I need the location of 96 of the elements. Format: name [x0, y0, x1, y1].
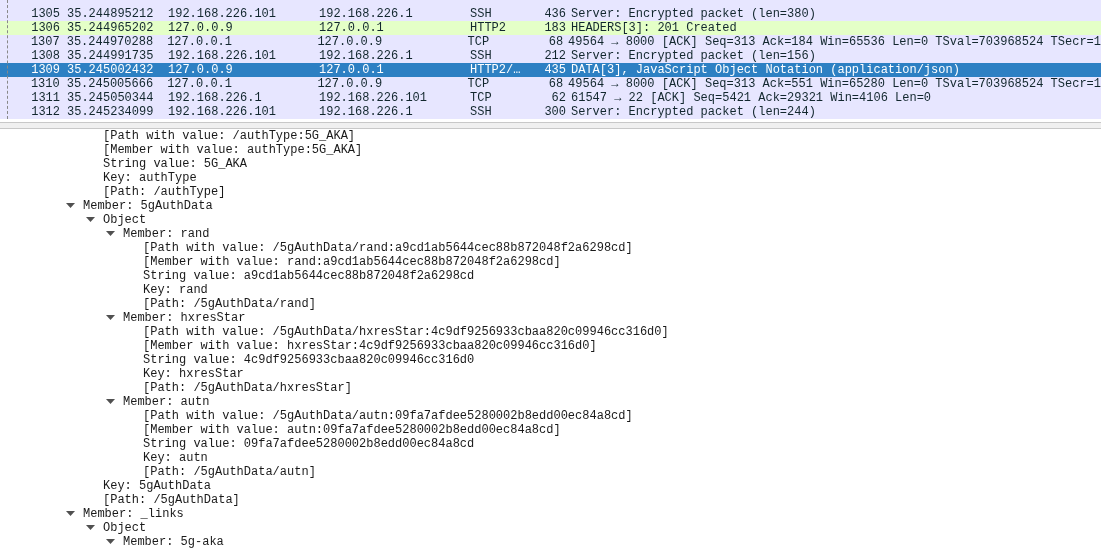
protocol: TCP	[470, 91, 493, 105]
protocol: TCP	[467, 35, 491, 49]
tree-item[interactable]: Member: autn	[123, 395, 210, 409]
tree-item[interactable]: [Path with value: /5gAuthData/autn:09fa7afdee5280002b8edd00ec84a8cd]	[143, 409, 633, 423]
packet-number: 1310	[29, 77, 60, 91]
source-address: 192.168.226.1	[168, 91, 263, 105]
tree-item[interactable]: Key: authType	[103, 171, 197, 185]
expand-caret-icon[interactable]	[106, 399, 115, 405]
tree-item[interactable]: Key: 5gAuthData	[103, 479, 212, 493]
tree-item[interactable]: [Path: /5gAuthData]	[103, 493, 240, 507]
packet-number: 1307	[29, 35, 60, 49]
tree-item[interactable]: String value: 09fa7afdee5280002b8edd00ec84a8cd	[143, 437, 475, 451]
packet-length: 436	[543, 7, 566, 21]
packet-info: Server: Encrypted packet (len=244)	[571, 105, 816, 119]
tree-item[interactable]: [Path with value: /5gAuthData/hxresStar:4c9df9256933cbaa820c09946cc316d0]	[143, 325, 669, 339]
tree-item[interactable]: String value: 4c9df9256933cbaa820c09946cc316d0	[143, 353, 475, 367]
tree-item[interactable]: Member: 5gAuthData	[83, 199, 213, 213]
packet-number: 1305	[30, 7, 60, 21]
protocol: SSH	[470, 49, 493, 63]
packet-time: 35.244965202	[67, 21, 155, 35]
expand-caret-icon[interactable]	[86, 217, 95, 223]
source-address: 127.0.0.9	[168, 21, 234, 35]
tree-item[interactable]: [Path with value: /5gAuthData/rand:a9cd1ab5644cec88b872048f2a6298cd]	[143, 241, 633, 255]
packet-time: 35.245234099	[67, 105, 155, 119]
packet-length: 68	[547, 35, 564, 49]
packet-time: 35.244970288	[66, 35, 155, 49]
destination-address: 192.168.226.1	[319, 49, 414, 63]
packet-length: 62	[550, 91, 566, 105]
tree-item[interactable]: [Path: /authType]	[103, 185, 226, 199]
tree-item[interactable]: [Member with value: authType:5G_AKA]	[103, 143, 363, 157]
packet-info: DATA[3], JavaScript Object Notation (application/json)	[571, 63, 960, 77]
protocol: HTTP2/…	[470, 63, 522, 77]
protocol: TCP	[467, 77, 491, 91]
protocol: HTTP2	[470, 21, 507, 35]
packet-time: 35.245002432	[67, 63, 155, 77]
tree-item[interactable]: Member: rand	[123, 227, 210, 241]
packet-info: 49564 → 8000 [ACK] Seq=313 Ack=551 Win=65280 Len=0 TSval=703968524 TSecr=1	[568, 77, 1101, 91]
source-address: 192.168.226.101	[168, 49, 278, 63]
tree-item[interactable]: Member: _links	[83, 507, 184, 521]
expand-caret-icon[interactable]	[106, 231, 115, 237]
packet-info: 61547 → 22 [ACK] Seq=5421 Ack=29321 Win=4106 Len=0	[571, 91, 932, 105]
tree-item[interactable]: Member: 5g-aka	[123, 535, 224, 549]
protocol: SSH	[470, 105, 493, 119]
packet-info: Server: Encrypted packet (len=380)	[571, 7, 816, 21]
packet-length: 212	[543, 49, 566, 63]
packet-length: 300	[543, 105, 566, 119]
tree-item[interactable]: Key: rand	[143, 283, 208, 297]
packet-number: 1309	[30, 63, 60, 77]
tree-item[interactable]: [Path with value: /authType:5G_AKA]	[103, 129, 356, 143]
packet-time: 35.244991735	[67, 49, 155, 63]
destination-address: 127.0.0.9	[317, 77, 384, 91]
expand-caret-icon[interactable]	[106, 539, 115, 545]
destination-address: 127.0.0.1	[319, 21, 385, 35]
packet-row[interactable]: 1309 35.245002432 127.0.0.9 127.0.0.1 HTTP2/… 435 DATA[3], JavaScript Object Notation (application/json)	[0, 63, 1101, 77]
tree-item[interactable]: [Member with value: hxresStar:4c9df9256933cbaa820c09946cc316d0]	[143, 339, 597, 353]
tree-item[interactable]: Object	[103, 213, 147, 227]
tree-item[interactable]: Object	[103, 521, 147, 535]
packet-number: 1306	[30, 21, 60, 35]
tree-item[interactable]: [Path: /5gAuthData/hxresStar]	[143, 381, 352, 395]
packet-info: Server: Encrypted packet (len=156)	[571, 49, 816, 63]
expand-caret-icon[interactable]	[106, 315, 115, 321]
expand-caret-icon[interactable]	[86, 525, 95, 531]
destination-address: 192.168.226.101	[319, 91, 429, 105]
tree-item[interactable]: String value: 5G_AKA	[103, 157, 248, 171]
tree-item[interactable]: [Path: /5gAuthData/rand]	[143, 297, 316, 311]
packet-time: 35.245005666	[66, 77, 155, 91]
source-address: 127.0.0.1	[167, 77, 233, 91]
expand-caret-icon[interactable]	[66, 203, 75, 209]
tree-item[interactable]: [Member with value: rand:a9cd1ab5644cec88b872048f2a6298cd]	[143, 255, 561, 269]
packet-length: 68	[547, 77, 564, 91]
packet-row[interactable]: 1306 35.244965202 127.0.0.9 127.0.0.1 HTTP2 183 HEADERS[3]: 201 Created	[0, 21, 1101, 35]
packet-number: 1311	[30, 91, 60, 105]
tree-item[interactable]: [Member with value: autn:09fa7afdee5280002b8edd00ec84a8cd]	[143, 423, 561, 437]
packet-number: 1308	[30, 49, 60, 63]
source-address: 192.168.226.101	[168, 105, 278, 119]
source-address: 127.0.0.1	[167, 35, 233, 49]
packet-time: 35.244895212	[67, 7, 155, 21]
tree-item[interactable]: Member: hxresStar	[123, 311, 246, 325]
tree-item[interactable]: Key: hxresStar	[143, 367, 244, 381]
tree-item[interactable]: String value: a9cd1ab5644cec88b872048f2a6298cd	[143, 269, 475, 283]
packet-time: 35.245050344	[67, 91, 155, 105]
expand-caret-icon[interactable]	[66, 511, 75, 517]
packet-number: 1312	[30, 105, 60, 119]
destination-address: 127.0.0.1	[319, 63, 385, 77]
destination-address: 127.0.0.9	[317, 35, 384, 49]
packet-length: 435	[543, 63, 566, 77]
packet-info: HEADERS[3]: 201 Created	[571, 21, 737, 35]
tree-item[interactable]: [Path: /5gAuthData/autn]	[143, 465, 316, 479]
destination-address: 192.168.226.1	[319, 105, 414, 119]
destination-address: 192.168.226.1	[319, 7, 414, 21]
source-address: 192.168.226.101	[168, 7, 278, 21]
protocol: SSH	[470, 7, 493, 21]
tree-item[interactable]: Key: autn	[143, 451, 208, 465]
source-address: 127.0.0.9	[168, 63, 234, 77]
packet-length: 183	[543, 21, 566, 35]
packet-info: 49564 → 8000 [ACK] Seq=313 Ack=184 Win=65536 Len=0 TSval=703968524 TSecr=1	[568, 35, 1101, 49]
